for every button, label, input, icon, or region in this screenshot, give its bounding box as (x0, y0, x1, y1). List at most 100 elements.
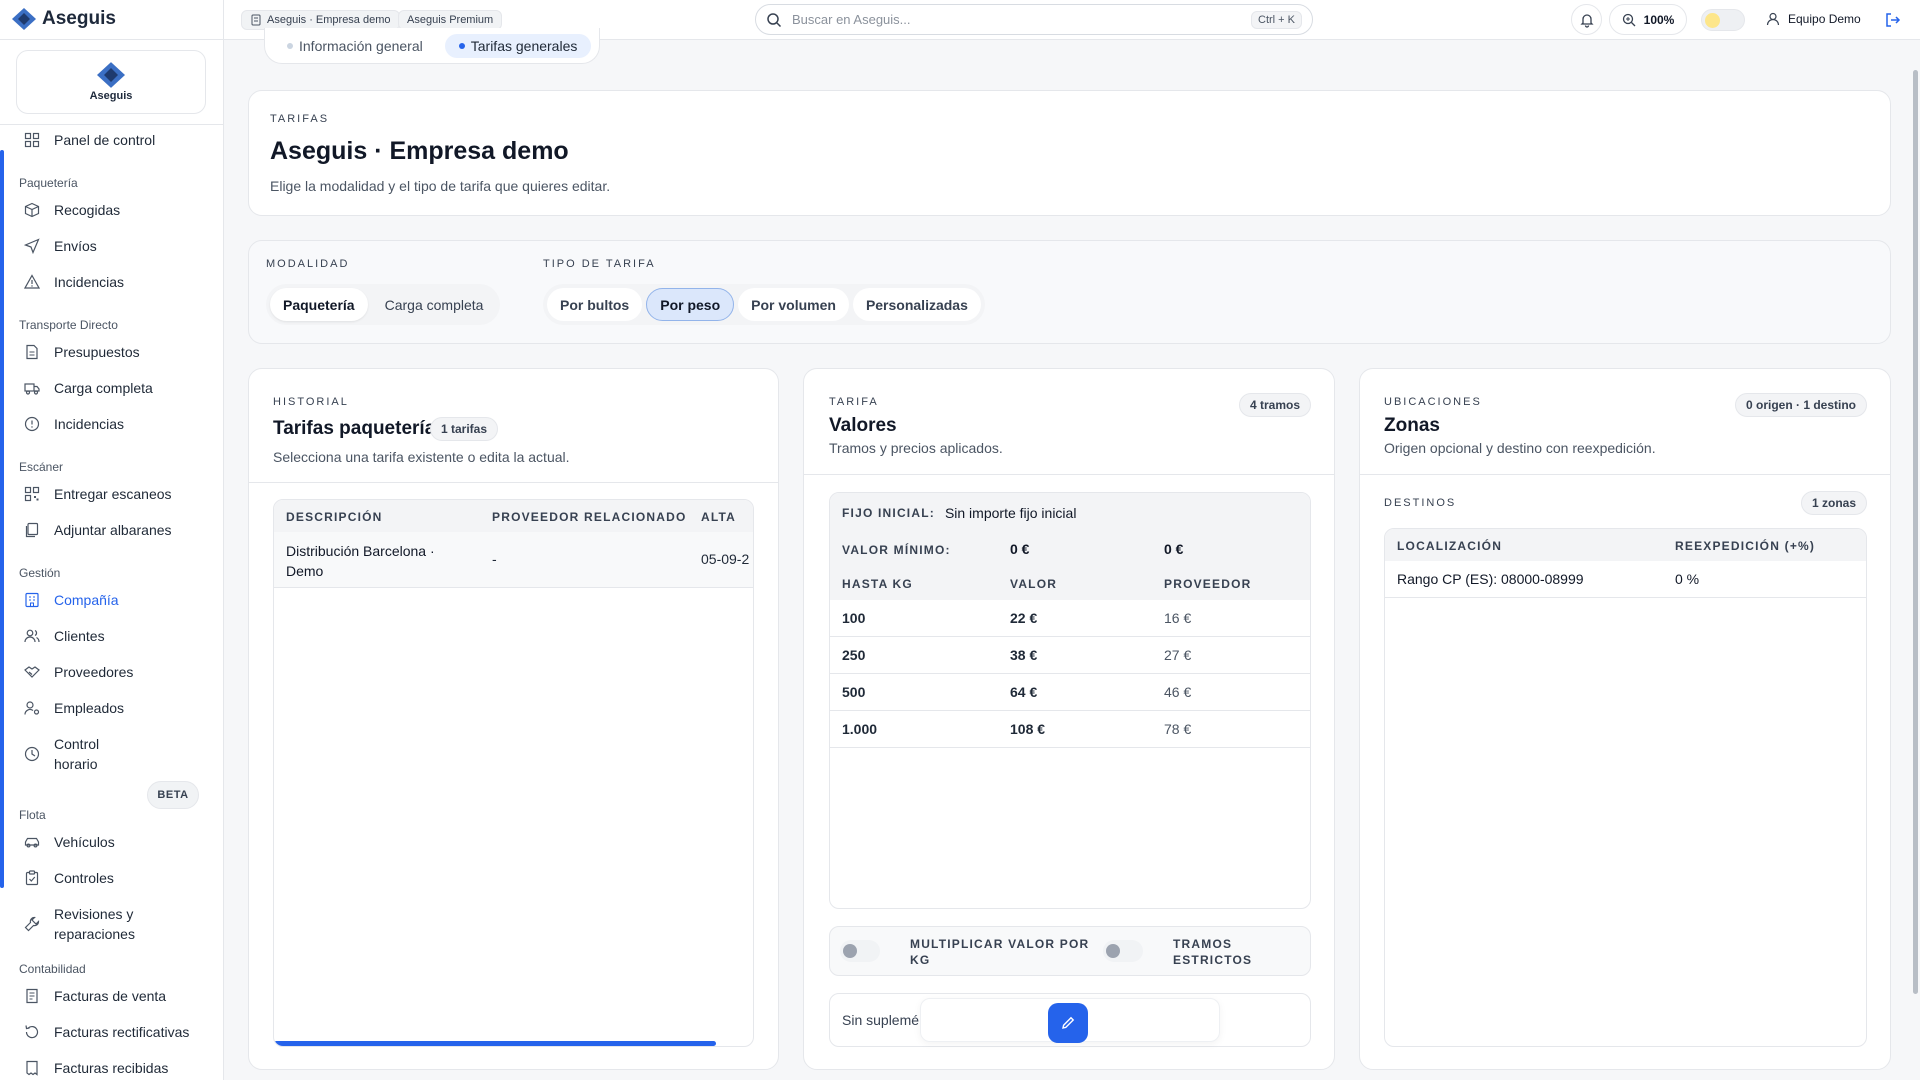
tramos-table: Fijo inicial: Sin importe fijo inicial V… (829, 492, 1311, 909)
sidebar-item-presupuestos[interactable]: Presupuestos (24, 342, 140, 362)
row-alta: 05-09-2 (701, 551, 750, 567)
zonas-card: Ubicaciones Zonas 0 origen · 1 destino O… (1359, 368, 1891, 1070)
horizontal-scrollbar[interactable] (274, 1041, 716, 1046)
tipo-option-personalizadas[interactable]: Personalizadas (852, 288, 981, 321)
logout-button[interactable] (1884, 11, 1902, 29)
sidebar-item-compania[interactable]: Compañía (24, 590, 119, 610)
tab-informacion-general[interactable]: Información general (273, 34, 437, 58)
table-row[interactable]: Rango CP (ES): 08000-08999 0 % (1385, 561, 1866, 598)
modalidad-option-paqueteria[interactable]: Paquetería (270, 288, 368, 321)
modalidad-segmented: Paquetería Carga completa (266, 284, 501, 325)
user-icon (1766, 12, 1780, 26)
tipo-option-por-volumen[interactable]: Por volumen (738, 288, 849, 321)
tipo-option-por-bultos[interactable]: Por bultos (547, 288, 643, 321)
sidebar-item-incidencias-paqueteria[interactable]: Incidencias (24, 272, 124, 292)
sidebar-item-label: horario (54, 756, 98, 772)
beta-badge: BETA (147, 781, 199, 809)
sidebar-item-facturas-venta[interactable]: Facturas de venta (24, 986, 166, 1006)
tramos-estrictos-toggle[interactable] (1103, 940, 1143, 962)
multiplicar-toggle[interactable] (840, 940, 880, 962)
column-header: Localización (1397, 539, 1503, 553)
sidebar-item-revisiones[interactable]: Revisiones y reparaciones (24, 904, 135, 944)
app-name: Aseguis (42, 8, 116, 29)
sidebar-item-vehiculos[interactable]: Vehículos (24, 832, 115, 852)
row-valor: 64 € (1010, 684, 1038, 700)
tab-label: Información general (299, 37, 423, 54)
sidebar-item-facturas-rectificativas[interactable]: Facturas rectificativas (24, 1022, 189, 1042)
sidebar-brand-name: Aseguis (89, 90, 133, 102)
row-proveedor: - (492, 551, 497, 567)
sidebar-item-proveedores[interactable]: Proveedores (24, 662, 133, 682)
tipo-tarifa-label: Tipo de tarifa (543, 258, 656, 270)
sidebar-item-incidencias-transporte[interactable]: Incidencias (24, 414, 124, 434)
plan-chip[interactable]: Aseguis Premium (398, 10, 503, 30)
row-localizacion: Rango CP (ES): 08000-08999 (1397, 571, 1584, 587)
alert-circle-icon (24, 416, 40, 432)
table-row[interactable]: 1.000 108 € 78 € (830, 711, 1310, 748)
sidebar-item-label: Facturas rectificativas (54, 1024, 190, 1040)
table-row[interactable]: Distribución Barcelona · Demo - 05-09-2 (274, 532, 753, 588)
sidebar-item-facturas-recibidas[interactable]: Facturas recibidas (24, 1058, 168, 1078)
sidebar-item-clientes[interactable]: Clientes (24, 626, 105, 646)
sidebar-item-carga-completa[interactable]: Carga completa (24, 378, 153, 398)
row-proveedor: 46 € (1164, 684, 1192, 700)
building-icon (251, 14, 261, 26)
fijo-inicial: Fijo inicial: Sin importe fijo inicial (842, 505, 1076, 521)
sidebar-item-label-wrap: Revisiones y reparaciones (54, 904, 135, 944)
company-chip[interactable]: Aseguis · Empresa demo (241, 10, 400, 30)
app-logo[interactable]: Aseguis (12, 8, 116, 30)
user-menu[interactable]: Equipo Demo (1766, 12, 1861, 26)
sidebar-item-entregar-escaneos[interactable]: Entregar escaneos (24, 484, 172, 504)
edit-button[interactable] (1048, 1003, 1088, 1043)
row-proveedor: 78 € (1164, 721, 1192, 737)
sidebar-item-controles[interactable]: Controles (24, 868, 114, 888)
page-title: Aseguis · Empresa demo (270, 137, 569, 165)
sidebar-item-control-horario[interactable]: Control horario (24, 734, 99, 774)
sidebar-item-empleados[interactable]: Empleados (24, 698, 124, 718)
column-header: Proveedor (1164, 577, 1252, 591)
sidebar-item-envios[interactable]: Envíos (24, 236, 97, 256)
page-scrollbar[interactable] (1913, 70, 1918, 994)
table-row[interactable]: 250 38 € 27 € (830, 637, 1310, 674)
multiplicar-label: Multiplicar valor por kg (910, 936, 1089, 968)
tipo-option-por-peso[interactable]: Por peso (646, 288, 735, 321)
tramos-estrictos-label-line: estrictos (1173, 953, 1253, 967)
nav-group-gestion: Gestión (19, 566, 61, 580)
tab-dot (458, 42, 465, 49)
row-hasta: 1.000 (842, 721, 878, 737)
handshake-icon (24, 666, 40, 678)
sidebar-item-recogidas[interactable]: Recogidas (24, 200, 120, 220)
notifications-button[interactable] (1571, 4, 1602, 35)
search-bar[interactable]: Ctrl + K (755, 4, 1313, 35)
toggle-knob (1106, 944, 1120, 958)
sidebar-item-dashboard[interactable]: Panel de control (24, 130, 155, 150)
zonas-title: Zonas (1384, 415, 1440, 436)
sidebar-item-adjuntar-albaranes[interactable]: Adjuntar albaranes (24, 520, 172, 540)
sidebar: Aseguis Panel de control Paquetería Reco… (0, 40, 224, 1080)
modalidad-option-carga-completa[interactable]: Carga completa (372, 288, 497, 321)
zonas-divider (1360, 474, 1890, 475)
files-icon (25, 522, 39, 538)
row-valor: 108 € (1010, 721, 1046, 737)
valor-minimo-label: Valor mínimo: (842, 543, 951, 557)
sidebar-item-label: Facturas de venta (54, 988, 167, 1004)
sidebar-item-label: Clientes (54, 628, 105, 644)
column-header: Valor (1010, 577, 1058, 591)
tarifa-selector-card: Modalidad Paquetería Carga completa Tipo… (248, 240, 1891, 344)
valores-divider (804, 474, 1334, 475)
table-row[interactable]: 100 22 € 16 € (830, 600, 1310, 637)
sidebar-item-label: Revisiones y (54, 906, 134, 922)
valores-title: Valores (829, 415, 897, 436)
zoom-control[interactable]: 100% (1609, 4, 1687, 35)
sidebar-divider (0, 124, 223, 125)
sidebar-brand-card[interactable]: Aseguis (16, 50, 206, 114)
pencil-icon (1062, 1016, 1075, 1029)
sidebar-item-label: Recogidas (54, 202, 121, 218)
tab-tarifas-generales[interactable]: Tarifas generales (444, 33, 592, 58)
sidebar-item-label: Carga completa (54, 380, 153, 396)
sidebar-item-label: Incidencias (54, 274, 125, 290)
theme-toggle[interactable] (1701, 9, 1745, 31)
table-row[interactable]: 500 64 € 46 € (830, 674, 1310, 711)
qr-code-icon (24, 486, 40, 502)
search-input[interactable] (792, 12, 1242, 27)
